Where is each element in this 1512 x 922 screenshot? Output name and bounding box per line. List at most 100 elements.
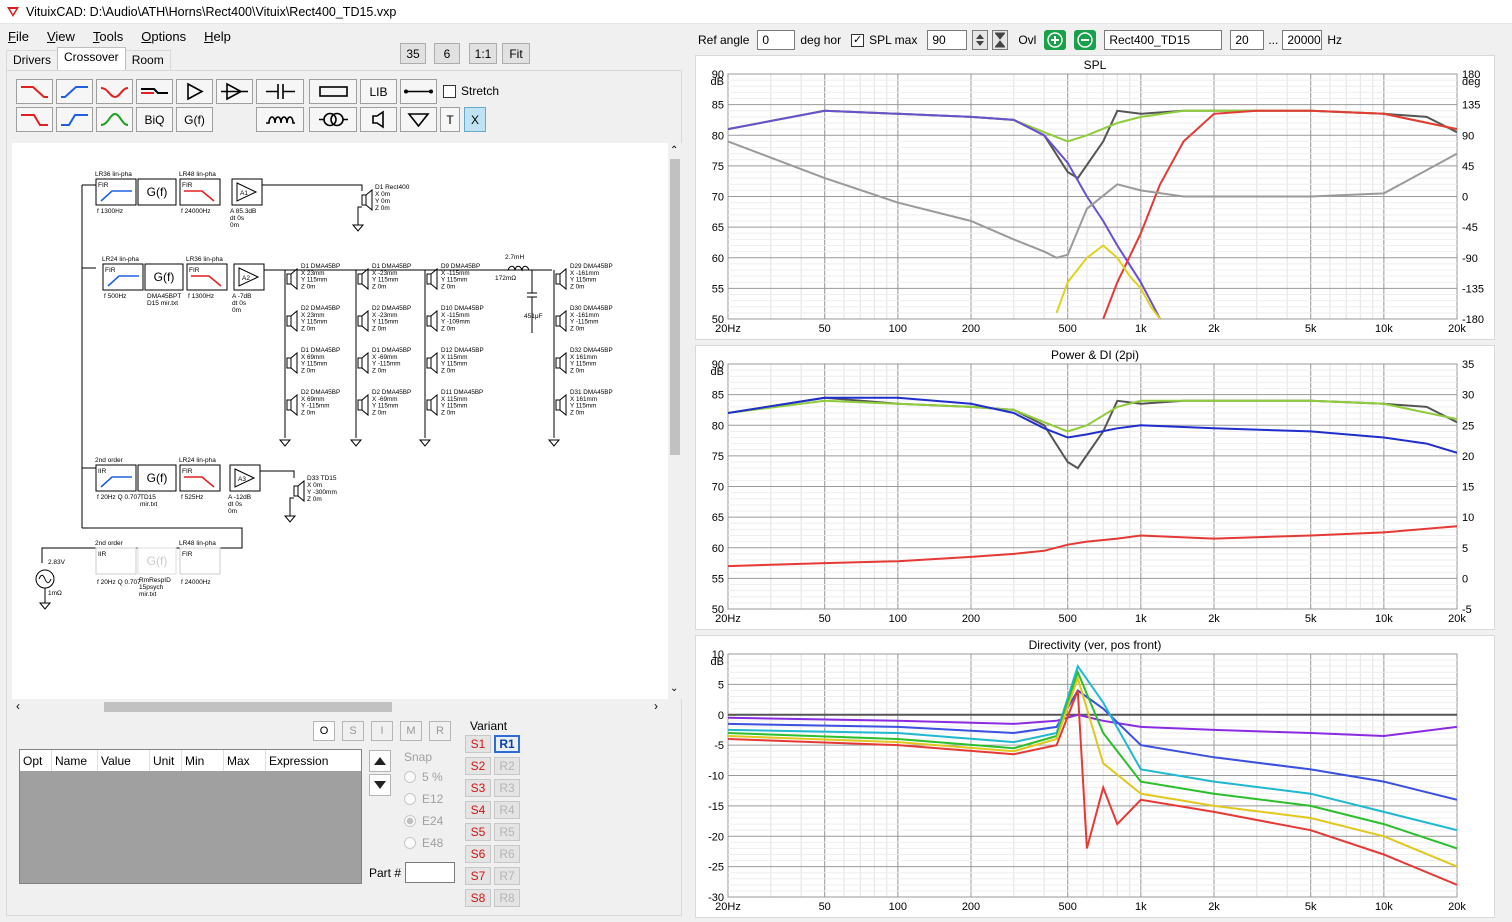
- spl-max-checkbox[interactable]: ✓: [851, 33, 865, 47]
- variant-r1-button[interactable]: R1: [494, 735, 520, 753]
- capacitor-tool-button[interactable]: [256, 79, 304, 104]
- add-overlay-button[interactable]: [1044, 30, 1067, 50]
- menu-help[interactable]: Help: [204, 29, 231, 44]
- snap-option-e12[interactable]: E12: [404, 788, 454, 810]
- variant-s5-button[interactable]: S5: [465, 823, 491, 841]
- notch-tool-button[interactable]: [96, 79, 133, 104]
- variant-r8-button[interactable]: R8: [494, 889, 520, 907]
- amplifier-tool-button[interactable]: [176, 79, 213, 104]
- menu-tools[interactable]: Tools: [93, 29, 123, 44]
- inductor-tool-button[interactable]: [256, 107, 304, 132]
- power-di-chart[interactable]: 90 85 80 75 70 65 60 55 50 dB 35 30 25 20 15 10 5 0 -5 20Hz…: [695, 345, 1495, 630]
- transformer-tool-button[interactable]: [309, 107, 357, 132]
- lowpass2-tool-button[interactable]: [16, 107, 53, 132]
- remove-overlay-button[interactable]: [1074, 30, 1097, 50]
- col-opt[interactable]: Opt: [20, 750, 52, 771]
- stretch-option[interactable]: Stretch: [443, 84, 499, 98]
- lowpass-tool-button[interactable]: [16, 79, 53, 104]
- freq-min-input[interactable]: 20: [1230, 30, 1265, 50]
- overlay-name-input[interactable]: Rect400_TD15: [1104, 30, 1223, 50]
- peak-tool-button[interactable]: [96, 107, 133, 132]
- variant-s3-button[interactable]: S3: [465, 779, 491, 797]
- snap-option-e48[interactable]: E48: [404, 832, 454, 854]
- col-unit[interactable]: Unit: [150, 750, 182, 771]
- ground-icon: [278, 439, 292, 447]
- wire-tool-button[interactable]: [400, 79, 437, 104]
- horizontal-scroll-thumb[interactable]: [104, 702, 392, 712]
- shelf-tool-button[interactable]: [136, 79, 173, 104]
- move-down-button[interactable]: [369, 774, 391, 796]
- resistor-tool-button[interactable]: [309, 79, 357, 104]
- variant-s8-button[interactable]: S8: [465, 889, 491, 907]
- variant-r2-button[interactable]: R2: [494, 757, 520, 775]
- zoom-fit-button[interactable]: Fit: [502, 43, 530, 64]
- col-min[interactable]: Min: [182, 750, 224, 771]
- spl-max-input[interactable]: 90: [927, 30, 968, 50]
- ground-tool-button[interactable]: [400, 107, 437, 132]
- driver-tool-button[interactable]: [360, 107, 397, 132]
- menu-file[interactable]: File: [8, 29, 29, 44]
- part-number-input[interactable]: [405, 862, 455, 883]
- variant-s4-button[interactable]: S4: [465, 801, 491, 819]
- gf-tool-button[interactable]: G(f): [176, 107, 213, 132]
- move-up-button[interactable]: [369, 750, 391, 772]
- variant-r7-button[interactable]: R7: [494, 867, 520, 885]
- col-max[interactable]: Max: [224, 750, 266, 771]
- o-button[interactable]: O: [313, 721, 335, 741]
- y-tick-label: 55: [712, 573, 724, 585]
- vertical-scroll-thumb[interactable]: [670, 159, 680, 455]
- zoom-1to1-button[interactable]: 1:1: [469, 43, 497, 64]
- x-tool-button[interactable]: X: [464, 107, 486, 132]
- parameter-table[interactable]: Opt Name Value Unit Min Max Expression: [19, 749, 362, 884]
- y2-tick-label: 0: [1462, 192, 1468, 204]
- variant-r6-button[interactable]: R6: [494, 845, 520, 863]
- speaker-icon: [426, 351, 438, 375]
- snap-option-e24[interactable]: E24: [404, 810, 454, 832]
- tab-drivers[interactable]: Drivers: [6, 50, 58, 70]
- spl-max-reset-button[interactable]: [992, 30, 1009, 50]
- m-button[interactable]: M: [400, 721, 422, 741]
- schematic-vertical-scrollbar[interactable]: ⌃ ⌄: [668, 143, 682, 699]
- spl-max-stepper[interactable]: [972, 30, 989, 50]
- col-name[interactable]: Name: [52, 750, 98, 771]
- variant-r3-button[interactable]: R3: [494, 779, 520, 797]
- col-value[interactable]: Value: [98, 750, 150, 771]
- zoom-35-button[interactable]: 35: [400, 43, 426, 64]
- biquad-tool-button[interactable]: BiQ: [136, 107, 173, 132]
- buffer-tool-button[interactable]: [216, 79, 253, 104]
- menu-options[interactable]: Options: [141, 29, 186, 44]
- tab-crossover[interactable]: Crossover: [57, 47, 126, 70]
- t-tool-button[interactable]: T: [440, 107, 460, 132]
- scroll-down-arrow-icon[interactable]: ⌄: [670, 683, 678, 694]
- library-tool-button[interactable]: LIB: [360, 79, 397, 104]
- tab-room[interactable]: Room: [124, 50, 171, 70]
- scroll-right-arrow-icon[interactable]: ›: [654, 699, 658, 713]
- variant-s6-button[interactable]: S6: [465, 845, 491, 863]
- freq-max-input[interactable]: 20000: [1282, 30, 1323, 50]
- variant-s2-button[interactable]: S2: [465, 757, 491, 775]
- spl-chart[interactable]: 90 85 80 75 70 65 60 55 50 dB 180 135 90 45 0 -45 -90 -13…: [695, 55, 1495, 340]
- schematic-horizontal-scrollbar[interactable]: ‹ ›: [12, 699, 668, 715]
- highpass-tool-button[interactable]: [56, 79, 93, 104]
- variant-s7-button[interactable]: S7: [465, 867, 491, 885]
- ref-angle-input[interactable]: 0: [757, 30, 796, 50]
- highpass2-tool-button[interactable]: [56, 107, 93, 132]
- directivity-chart[interactable]: 10 5 0 -5 -10 -15 -20 -25 -30 dB 20Hz 50 100 200 500 1k…: [695, 635, 1495, 918]
- menu-view[interactable]: View: [47, 29, 75, 44]
- driver-label-r2c2: D12 DMA45BP X 115mm Y 115mm Z 0m: [441, 347, 484, 374]
- schematic-canvas[interactable]: LR36 lin-pha FIR f 1300Hz G(f) LR48 lin-pha F…: [12, 143, 668, 699]
- s-button[interactable]: S: [342, 721, 364, 741]
- scroll-up-arrow-icon[interactable]: ⌃: [670, 145, 678, 156]
- snap-option-5pct[interactable]: 5 %: [404, 766, 454, 788]
- zoom-6-button[interactable]: 6: [434, 43, 460, 64]
- scroll-left-arrow-icon[interactable]: ‹: [16, 699, 20, 713]
- variant-s1-button[interactable]: S1: [465, 735, 491, 753]
- variant-r5-button[interactable]: R5: [494, 823, 520, 841]
- i-button[interactable]: I: [371, 721, 393, 741]
- chart-title: Directivity (ver, pos front): [1028, 638, 1162, 652]
- variant-r4-button[interactable]: R4: [494, 801, 520, 819]
- col-expression[interactable]: Expression: [266, 750, 361, 771]
- stretch-checkbox[interactable]: [443, 84, 456, 98]
- y-tick-label: 60: [712, 543, 724, 555]
- r-button[interactable]: R: [429, 721, 451, 741]
